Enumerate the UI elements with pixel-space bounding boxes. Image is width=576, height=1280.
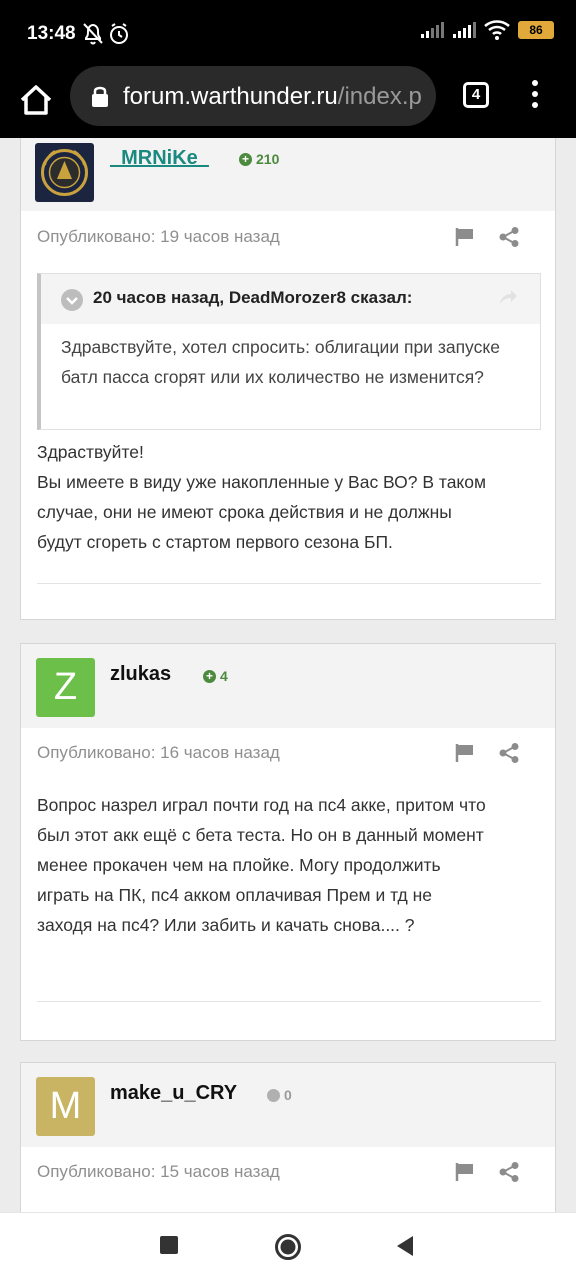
post-line: менее прокачен чем на плойке. Могу продо… xyxy=(37,855,441,875)
emblem-icon xyxy=(41,149,88,196)
tab-switcher-button[interactable]: 4 xyxy=(463,82,489,108)
user-avatar[interactable] xyxy=(35,143,94,202)
status-bar: 13:48 86 xyxy=(0,0,576,66)
post-actions xyxy=(455,1162,519,1182)
report-flag-icon[interactable] xyxy=(455,1162,475,1182)
signal-icon xyxy=(421,22,444,38)
share-icon[interactable] xyxy=(499,743,519,763)
status-left-icons xyxy=(82,22,142,51)
post-line: будут сгореть с стартом первого сезона Б… xyxy=(37,532,393,552)
wifi-icon xyxy=(484,20,510,40)
post-line: был этот акк ещё с бета теста. Но он в д… xyxy=(37,825,484,845)
post-divider xyxy=(37,1001,541,1002)
menu-kebab-icon[interactable] xyxy=(530,80,540,112)
post-line: Вы имеете в виду уже накопленные у Вас В… xyxy=(37,472,487,492)
post-date: Опубликовано: 16 часов назад xyxy=(37,743,280,762)
url-bar[interactable]: forum.warthunder.ru/index.p xyxy=(70,66,436,126)
username-link[interactable]: _MRNiKe_ xyxy=(110,147,209,170)
lock-icon xyxy=(92,86,108,107)
plus-icon: + xyxy=(203,669,216,683)
quote-text: Здравствуйте, хотел спросить: облигации … xyxy=(61,337,500,387)
reputation-badge: 0 xyxy=(267,1087,292,1103)
forum-thread: _MRNiKe_ + 210 Опубликовано: 19 часов на… xyxy=(0,138,576,1212)
quote-title: 20 часов назад, DeadMorozer8 сказал: xyxy=(93,288,413,307)
reputation-count: 4 xyxy=(220,668,228,684)
reputation-count: 210 xyxy=(256,151,280,167)
bell-off-icon xyxy=(83,23,103,45)
user-avatar[interactable]: Z xyxy=(36,658,95,717)
post-actions xyxy=(455,743,519,763)
post-header: M make_u_CRY 0 xyxy=(21,1063,555,1147)
post-line: играть на ПК, пс4 акком оплачивая Прем и… xyxy=(37,885,432,905)
forum-post: M make_u_CRY 0 Опубликовано: 15 часов на… xyxy=(20,1062,556,1212)
browser-toolbar: forum.warthunder.ru/index.p 4 xyxy=(0,66,576,138)
user-avatar[interactable]: M xyxy=(36,1077,95,1136)
post-line: Вопрос назрел играл почти год на пс4 акк… xyxy=(37,795,486,815)
post-header: Z zlukas + 4 xyxy=(21,644,555,728)
battery-icon: 86 xyxy=(518,21,554,39)
post-header: _MRNiKe_ + 210 xyxy=(21,138,555,211)
share-icon[interactable] xyxy=(499,227,519,247)
recents-button[interactable] xyxy=(159,1235,179,1255)
post-line: заходя на пс4? Или забить и качать снова… xyxy=(37,915,415,935)
quote-link-icon[interactable] xyxy=(498,288,518,306)
post-date: Опубликовано: 19 часов назад xyxy=(37,227,280,246)
home-icon[interactable] xyxy=(16,80,56,120)
username-link[interactable]: zlukas xyxy=(110,663,171,686)
chevron-down-icon[interactable] xyxy=(61,289,83,311)
reputation-count: 0 xyxy=(284,1087,292,1103)
neutral-dot-icon xyxy=(267,1088,280,1102)
post-actions xyxy=(455,227,519,247)
forum-post: _MRNiKe_ + 210 Опубликовано: 19 часов на… xyxy=(20,138,556,620)
status-right-icons: 86 xyxy=(420,20,554,40)
forum-post: Z zlukas + 4 Опубликовано: 16 часов наза… xyxy=(20,643,556,1041)
reputation-badge: + 210 xyxy=(239,151,279,167)
signal-icon xyxy=(453,22,476,38)
post-line: случае, они не имеют срока действия и не… xyxy=(37,502,452,522)
quote-header: 20 часов назад, DeadMorozer8 сказал: xyxy=(41,274,540,324)
share-icon[interactable] xyxy=(499,1162,519,1182)
username-link[interactable]: make_u_CRY xyxy=(110,1082,237,1105)
report-flag-icon[interactable] xyxy=(455,227,475,247)
url-path: /index.p xyxy=(337,83,422,110)
post-body: Вопрос назрел играл почти год на пс4 акк… xyxy=(37,790,547,940)
back-button[interactable] xyxy=(395,1235,415,1257)
post-body: Здраствуйте! Вы имеете в виду уже накопл… xyxy=(37,437,547,557)
post-line: Здраствуйте! xyxy=(37,442,144,462)
url-host: forum.warthunder.ru xyxy=(123,83,338,110)
alarm-icon xyxy=(110,23,128,44)
url-text: forum.warthunder.ru/index.p xyxy=(123,83,422,111)
status-time: 13:48 xyxy=(27,23,76,44)
reputation-badge: + 4 xyxy=(203,668,228,684)
quote-block: 20 часов назад, DeadMorozer8 сказал: Здр… xyxy=(37,273,541,430)
report-flag-icon[interactable] xyxy=(455,743,475,763)
home-button[interactable] xyxy=(274,1233,302,1261)
system-nav-bar xyxy=(0,1212,576,1280)
post-date: Опубликовано: 15 часов назад xyxy=(37,1162,280,1181)
post-divider xyxy=(37,583,541,584)
plus-icon: + xyxy=(239,152,252,166)
